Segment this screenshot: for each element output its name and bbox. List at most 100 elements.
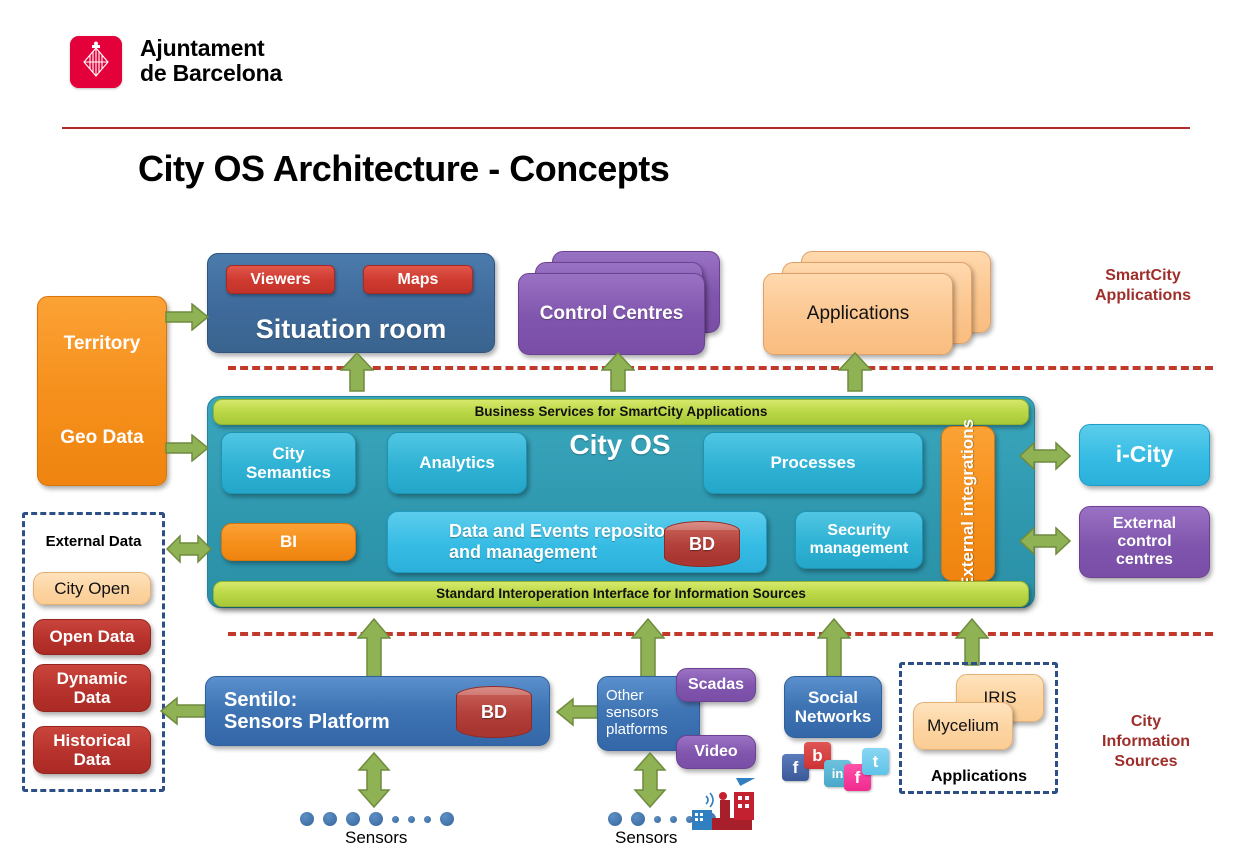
sensor-dot-small — [392, 815, 399, 823]
maps-button[interactable]: Maps — [363, 265, 473, 294]
mycelium-box[interactable]: Mycelium — [913, 702, 1013, 750]
situation-room-label: Situation room — [255, 313, 447, 344]
sensor-dot — [631, 812, 645, 826]
city-src-line-2: Information — [1102, 733, 1190, 750]
social-networks-line-1: Social — [807, 687, 859, 707]
logo-line-1: Ajuntament — [140, 35, 265, 61]
security-management-module[interactable]: Security management — [795, 511, 923, 569]
sensor-dot — [440, 812, 454, 826]
social-media-icons: f b in f t — [782, 742, 892, 791]
smartcity-label-line-1: SmartCity — [1105, 267, 1181, 284]
sensor-dot-small — [654, 815, 661, 823]
situation-room-box[interactable]: Viewers Maps Situation room — [207, 253, 495, 353]
city-src-line-3: Sources — [1114, 753, 1178, 770]
external-control-centres-box[interactable]: External control centres — [1079, 506, 1210, 578]
analytics-module[interactable]: Analytics — [387, 432, 527, 494]
header-divider — [62, 127, 1190, 129]
twitter-icon[interactable]: t — [862, 748, 889, 775]
bi-module[interactable]: BI — [221, 523, 356, 561]
arrow-up-sentilo-to-cityos — [357, 618, 391, 680]
historical-data-box[interactable]: Historical Data — [33, 726, 151, 774]
control-centres-stack[interactable]: Control Centres — [518, 251, 720, 355]
sensor-dot — [300, 812, 314, 826]
social-networks-box[interactable]: Social Networks — [784, 676, 882, 738]
arrow-up-social-networks-to-cityos — [817, 618, 851, 680]
applications-label: Applications — [763, 273, 953, 355]
applications-stack[interactable]: Applications — [763, 251, 991, 355]
sensors-group-1 — [300, 812, 454, 826]
icity-box[interactable]: i-City — [1079, 424, 1210, 486]
divider-applications-layer — [228, 366, 1213, 370]
external-data-title: External Data — [45, 533, 142, 550]
scadas-box[interactable]: Scadas — [676, 668, 756, 702]
logo-line-2: de Barcelona — [140, 60, 283, 86]
arrow-up-other-sensors-to-cityos — [631, 618, 665, 680]
security-line-1: Security — [827, 522, 891, 540]
standard-interoperation-bar: Standard Interoperation Interface for In… — [213, 581, 1029, 607]
historical-data-line-2: Data — [73, 750, 111, 769]
sensor-dot — [608, 812, 622, 826]
dynamic-data-line-2: Data — [73, 688, 111, 707]
arrow-up-applications — [838, 352, 872, 392]
external-integrations-module[interactable]: External integrations — [941, 419, 995, 588]
sentilo-db-label: BD — [481, 701, 507, 722]
city-src-line-1: City — [1130, 713, 1162, 730]
barcelona-coat-of-arms-icon — [70, 36, 122, 88]
social-networks-line-2: Networks — [794, 707, 872, 726]
processes-module[interactable]: Processes — [703, 432, 923, 494]
arrow-up-applications-group-to-cityos — [955, 618, 989, 666]
arrow-left-sentilo-to-external-data — [160, 696, 206, 726]
sensors-label-1: Sensors — [345, 828, 408, 847]
industrial-sensor-icon — [692, 778, 764, 830]
other-sensors-line-2: sensors — [606, 704, 659, 722]
sensors-label-2: Sensors — [615, 828, 678, 847]
city-semantics-line-2: Semantics — [245, 463, 332, 482]
logo-wordmark: Ajuntament de Barcelona — [140, 36, 470, 86]
sentilo-database-cylinder: BD — [456, 686, 532, 738]
arrow-bidir-external-control — [1019, 526, 1071, 556]
dynamic-data-box[interactable]: Dynamic Data — [33, 664, 151, 712]
arrow-right-geodata-to-cityos — [165, 434, 209, 462]
control-centres-label: Control Centres — [518, 273, 705, 355]
city-information-sources-label: City Information Sources — [1066, 712, 1226, 772]
arrow-bidir-other-sensors-sensors — [633, 752, 667, 808]
smartcity-applications-label: SmartCity Applications — [1058, 266, 1228, 306]
arrow-bidir-icity — [1019, 441, 1071, 471]
sensor-dot — [369, 812, 383, 826]
city-semantics-module[interactable]: City Semantics — [221, 432, 356, 494]
geodata-label: Geo Data — [60, 427, 144, 449]
cityos-panel — [207, 396, 1035, 608]
smartcity-label-line-2: Applications — [1094, 287, 1191, 304]
page-title: City OS Architecture - Concepts — [138, 148, 670, 189]
sensor-dot — [346, 812, 360, 826]
arrow-bidir-sentilo-sensors — [357, 752, 391, 808]
sentilo-line-2: Sensors Platform — [224, 711, 390, 733]
security-line-2: management — [809, 540, 909, 557]
sensor-dot — [323, 812, 337, 826]
repository-db-label: BD — [689, 533, 715, 554]
territory-geodata-box[interactable]: Territory Geo Data — [37, 296, 167, 486]
city-semantics-line-1: City — [272, 443, 305, 463]
arrow-up-situation-room — [340, 352, 374, 392]
territory-label: Territory — [63, 333, 141, 355]
arrow-left-other-sensors-to-sentilo — [556, 697, 602, 727]
sentilo-line-1: Sentilo: — [224, 688, 298, 711]
arrow-bidir-external-data — [166, 534, 212, 564]
sensor-dot-small — [408, 815, 415, 823]
cityos-title: City OS — [569, 429, 671, 460]
applications-group-label: Applications — [930, 768, 1027, 785]
arrow-up-control-centres — [601, 352, 635, 392]
other-sensors-line-1: Other — [606, 687, 644, 705]
historical-data-line-1: Historical — [53, 730, 131, 750]
open-data-box[interactable]: Open Data — [33, 619, 151, 655]
ext-control-line-3: centres — [1116, 550, 1173, 568]
sentilo-sensors-platform-box[interactable]: Sentilo: Sensors Platform BD — [205, 676, 550, 746]
viewers-button[interactable]: Viewers — [226, 265, 335, 294]
city-open-box[interactable]: City Open — [33, 572, 151, 605]
video-box[interactable]: Video — [676, 735, 756, 769]
data-events-repository-module[interactable]: Data and Events repository and managemen… — [387, 511, 767, 573]
repository-database-cylinder: BD — [664, 521, 740, 567]
business-services-bar: Business Services for SmartCity Applicat… — [213, 399, 1029, 425]
other-sensors-line-3: platforms — [606, 720, 668, 738]
arrow-right-territory-to-situation — [165, 303, 209, 331]
